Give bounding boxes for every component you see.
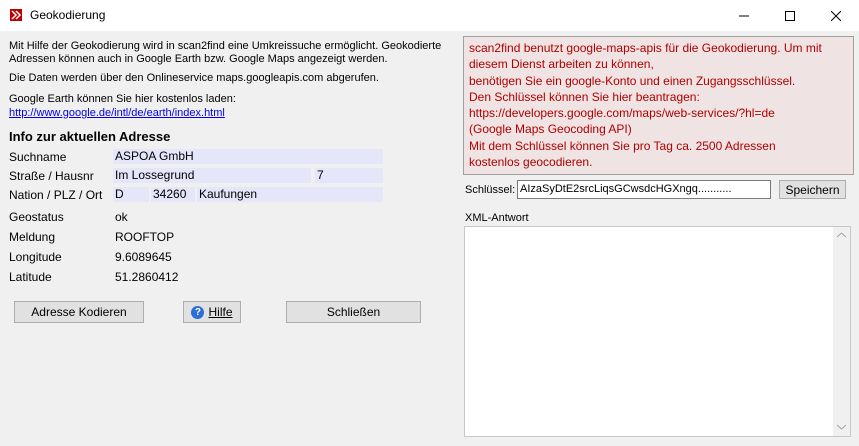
key-label: Schlüssel: — [465, 184, 516, 196]
label-longitude: Longitude — [9, 250, 62, 264]
scroll-down-icon[interactable] — [837, 424, 846, 430]
label-name: Suchname — [9, 150, 67, 164]
latitude-value: 51.2860412 — [115, 270, 179, 284]
nation-field[interactable]: D — [113, 187, 149, 202]
address-heading: Info zur aktuellen Adresse — [9, 129, 171, 144]
intro-line-3: Die Daten werden über den Onlineservice … — [9, 72, 379, 84]
info-line: https://developers.google.com/maps/web-s… — [469, 106, 775, 121]
maximize-button[interactable] — [767, 0, 813, 31]
house-number-field[interactable]: 7 — [315, 168, 383, 183]
window-title: Geokodierung — [30, 8, 106, 22]
intro-line-1: Mit Hilfe der Geokodierung wird in scan2… — [9, 40, 442, 52]
status-value: ok — [115, 210, 128, 224]
help-label: Hilfe — [208, 305, 233, 319]
xml-label: XML-Antwort — [465, 212, 529, 224]
minimize-button[interactable] — [721, 0, 767, 31]
label-status: Geostatus — [9, 210, 64, 224]
label-nation: Nation / PLZ / Ort — [9, 188, 103, 202]
intro-line-4: Google Earth können Sie hier kostenlos l… — [9, 93, 236, 105]
close-dialog-button[interactable]: Schließen — [286, 301, 421, 323]
encode-address-button[interactable]: Adresse Kodieren — [14, 301, 144, 323]
xml-response-area[interactable] — [464, 226, 851, 437]
zip-field[interactable]: 34260 — [151, 187, 195, 202]
intro-line-2: Adressen können auch in Google Earth bzw… — [9, 53, 388, 65]
api-key-input[interactable]: AIzaSyDtE2srcLiqsGCwsdcHGXngq........... — [517, 180, 771, 199]
message-value: ROOFTOP — [115, 230, 175, 244]
app-icon — [9, 8, 23, 22]
save-button[interactable]: Speichern — [779, 180, 846, 199]
info-line: (Google Maps Geocoding API) — [469, 122, 632, 137]
name-field[interactable]: ASPOA GmbH — [113, 149, 383, 164]
scroll-up-icon[interactable] — [837, 232, 846, 238]
label-street: Straße / Hausnr — [9, 169, 94, 183]
close-button[interactable] — [813, 0, 859, 31]
info-line: benötigen Sie ein google-Konto und einen… — [469, 73, 796, 88]
google-earth-link[interactable]: http://www.google.de/intl/de/earth/index… — [9, 107, 225, 119]
longitude-value: 9.6089645 — [115, 250, 172, 264]
encode-address-label: Adresse Kodieren — [31, 305, 127, 319]
info-line: Mit dem Schlüssel können Sie pro Tag ca.… — [469, 138, 776, 153]
city-field[interactable]: Kaufungen — [197, 187, 383, 202]
street-field[interactable]: Im Lossegrund — [113, 168, 311, 183]
minimize-icon — [739, 15, 749, 16]
info-box: scan2find benutzt google-maps-apis für d… — [463, 36, 854, 175]
info-line: kostenlos geocodieren. — [469, 155, 593, 170]
help-button[interactable]: ? Hilfe — [183, 301, 241, 323]
close-dialog-label: Schließen — [326, 305, 381, 319]
maximize-icon — [785, 10, 795, 21]
label-latitude: Latitude — [9, 270, 52, 284]
info-line: Den Schlüssel können Sie hier beantragen… — [469, 89, 700, 104]
xml-scrollbar[interactable] — [833, 227, 850, 436]
help-icon: ? — [191, 305, 205, 319]
save-label: Speichern — [785, 182, 840, 197]
close-icon — [831, 10, 841, 21]
info-line: diesem Dienst arbeiten zu können, — [469, 57, 654, 72]
info-line: scan2find benutzt google-maps-apis für d… — [469, 41, 822, 55]
label-message: Meldung — [9, 230, 56, 244]
